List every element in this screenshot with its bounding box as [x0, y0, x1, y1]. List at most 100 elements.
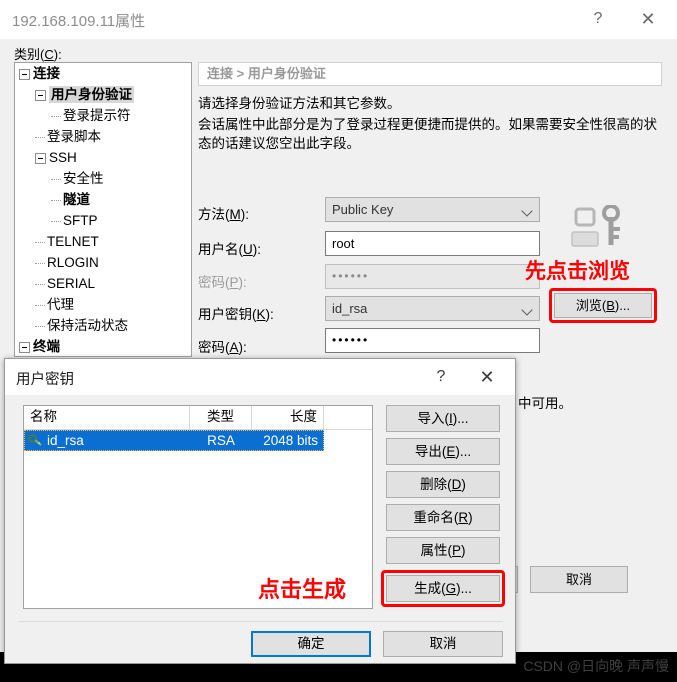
password-input: ••••••	[325, 264, 540, 289]
button-label-post: )	[461, 543, 466, 558]
tree-expander-collapse-icon[interactable]	[19, 341, 30, 353]
import-button[interactable]: 导入(I)...	[386, 405, 500, 432]
key-name-text: id_rsa	[47, 433, 84, 448]
key-length-cell: 2048 bits	[263, 433, 318, 448]
tree-item[interactable]: RLOGIN	[15, 252, 191, 273]
modal-close-icon[interactable]: ✕	[465, 359, 509, 395]
partial-hidden-text: 中可用。	[518, 396, 572, 411]
rename-button[interactable]: 重命名(R)	[386, 504, 500, 531]
column-header-length[interactable]: 长度	[252, 406, 324, 429]
passphrase-label: 密码(A):	[198, 340, 247, 355]
delete-button[interactable]: 删除(D)	[386, 471, 500, 498]
tree-item-label: 保持活动状态	[47, 318, 128, 333]
tree-expander-collapse-icon[interactable]	[35, 152, 46, 164]
category-tree[interactable]: 连接用户身份验证登录提示符登录脚本 SSH 安全性隧道 SFTP TELNET RLOGI…	[14, 62, 192, 357]
tree-item-label: 登录脚本	[47, 129, 101, 144]
browse-annotation: 先点击浏览	[525, 260, 630, 283]
tree-item-label: RLOGIN	[47, 255, 99, 270]
chevron-down-icon	[521, 205, 533, 217]
button-accelerator-key: P	[451, 543, 461, 558]
method-select[interactable]: Public Key	[325, 197, 540, 222]
button-accelerator-key: D	[451, 477, 462, 492]
button-label-pre: 导入(	[417, 411, 449, 426]
close-icon[interactable]: ✕	[625, 0, 671, 38]
tree-connector-line	[35, 304, 45, 306]
button-accelerator-key: R	[458, 510, 469, 525]
tree-item[interactable]: 登录脚本	[15, 126, 191, 147]
browse-button[interactable]: 浏览(B)...	[554, 293, 652, 318]
key-file-icon	[28, 433, 42, 446]
key-list-body: id_rsa RSA 2048 bits	[24, 430, 372, 451]
modal-cancel-button[interactable]: 取消	[383, 631, 503, 657]
tree-connector-line	[35, 241, 45, 243]
tree-item-label: 用户身份验证	[49, 86, 134, 103]
button-label-pre: 重命名(	[413, 510, 459, 525]
button-label-pre: 导出(	[414, 444, 447, 459]
chevron-down-icon	[521, 304, 533, 316]
tree-item[interactable]: 隧道	[15, 189, 191, 210]
tree-connector-line	[35, 136, 45, 138]
key-list-row[interactable]: id_rsa RSA 2048 bits	[24, 430, 324, 451]
tree-connector-line	[35, 325, 45, 327]
tree-item-label: SERIAL	[47, 276, 96, 291]
tree-item[interactable]: 保持活动状态	[15, 315, 191, 336]
tree-connector-line	[51, 220, 61, 222]
main-cancel-button[interactable]: 取消	[530, 566, 628, 593]
button-label-post: )	[461, 477, 466, 492]
tree-item[interactable]: 登录提示符	[15, 105, 191, 126]
watermark: CSDN @日向晚 声声慢	[523, 658, 669, 674]
modal-help-icon[interactable]: ?	[419, 359, 463, 395]
tree-item-label: 隧道	[63, 192, 90, 207]
tree-connector-line	[51, 199, 61, 201]
key-list-header: 名称 类型 长度	[24, 406, 372, 430]
tree-item[interactable]: TELNET	[15, 231, 191, 252]
tree-item-label: SSH	[49, 150, 77, 165]
button-label-pre: 属性(	[420, 543, 452, 558]
tree-item[interactable]: SFTP	[15, 210, 191, 231]
properties-button[interactable]: 属性(P)	[386, 537, 500, 564]
help-icon[interactable]: ?	[575, 0, 621, 38]
button-label-pre: 删除(	[420, 477, 452, 492]
generate-button[interactable]: 生成(G)...	[386, 575, 500, 602]
tree-expander-collapse-icon[interactable]	[35, 89, 46, 101]
modal-ok-button[interactable]: 确定	[251, 631, 371, 657]
tree-item-label: 登录提示符	[63, 108, 131, 123]
modal-title: 用户密钥	[16, 372, 74, 388]
tree-connector-line	[51, 115, 61, 117]
export-button[interactable]: 导出(E)...	[386, 438, 500, 465]
tree-item[interactable]: SSH	[15, 147, 191, 168]
modal-titlebar: 用户密钥 ? ✕	[5, 359, 515, 395]
tree-item-label: SFTP	[63, 213, 98, 228]
breadcrumb: 连接 > 用户身份验证	[198, 62, 662, 86]
tree-item-label: 代理	[47, 297, 74, 312]
main-titlebar: 192.168.109.11属性 ? ✕	[0, 0, 677, 39]
userkey-select[interactable]: id_rsa	[325, 296, 540, 321]
tree-expander-collapse-icon[interactable]	[19, 68, 30, 80]
generate-annotation: 点击生成	[258, 577, 347, 602]
key-name-cell: id_rsa	[24, 430, 190, 451]
button-label-post: )	[468, 510, 473, 525]
category-label: 类别(C):	[14, 47, 62, 62]
tree-item[interactable]: SERIAL	[15, 273, 191, 294]
key-type-cell: RSA	[207, 433, 235, 448]
passphrase-input[interactable]: ••••••	[325, 328, 540, 353]
tree-connector-line	[51, 178, 61, 180]
tree-item-label: 连接	[33, 66, 60, 81]
tree-item[interactable]: 安全性	[15, 168, 191, 189]
tree-item-label: TELNET	[47, 234, 99, 249]
tree-item-label: 安全性	[63, 171, 104, 186]
tree-connector-line	[35, 283, 45, 285]
tree-item-label: 终端	[33, 339, 60, 354]
column-header-name[interactable]: 名称	[24, 406, 190, 429]
userkey-label: 用户密钥(K):	[198, 307, 274, 322]
tree-item[interactable]: 终端	[15, 336, 191, 356]
window-title: 192.168.109.11属性	[12, 13, 146, 30]
method-label: 方法(M):	[198, 207, 249, 222]
username-input[interactable]: root	[325, 231, 540, 256]
tree-item[interactable]: 用户身份验证	[15, 84, 191, 105]
tree-item[interactable]: 连接	[15, 63, 191, 84]
button-label-post: )...	[452, 411, 469, 426]
tree-item[interactable]: 代理	[15, 294, 191, 315]
description-line-2: 会话属性中此部分是为了登录过程更便捷而提供的。如果需要安全性很高的状态的话建议您…	[198, 117, 657, 151]
column-header-type[interactable]: 类型	[190, 406, 252, 429]
